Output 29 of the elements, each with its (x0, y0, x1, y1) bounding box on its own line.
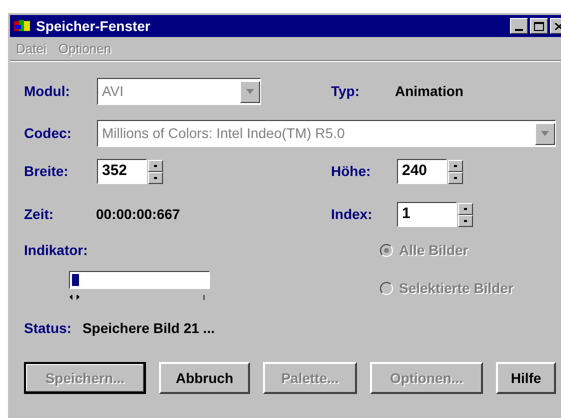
minimize-icon (515, 29, 523, 31)
spinner[interactable] (448, 160, 463, 184)
field-label: Breite: (24, 162, 70, 181)
number-field[interactable]: 240 (397, 159, 447, 184)
dialog-button[interactable]: Abbruch (159, 362, 250, 394)
field-label: Codec: (24, 124, 72, 143)
window-title: Speicher-Fenster (36, 16, 152, 36)
dialog-button[interactable]: Hilfe (496, 362, 556, 394)
field-label: Status: (24, 319, 72, 338)
maximize-icon (534, 22, 544, 31)
spinner[interactable] (148, 160, 163, 184)
number-field[interactable]: 1 (397, 202, 457, 227)
status-text: Speichere Bild 21 ... (82, 319, 215, 338)
radio-label: Selektierte Bilder (399, 279, 514, 298)
field-label: Höhe: (331, 162, 372, 181)
type-value: Animation (395, 82, 464, 101)
field-label: Indikator: (24, 241, 89, 260)
time-value: 00:00:00:667 (96, 205, 182, 224)
field-label: Typ: (331, 82, 361, 101)
field-label: Modul: (24, 82, 71, 101)
spinner[interactable] (458, 202, 473, 226)
minimize-button[interactable] (510, 18, 528, 34)
app-icon (14, 18, 32, 34)
maximize-button[interactable] (530, 18, 548, 34)
radio-label: Alle Bilder (399, 241, 468, 260)
number-field[interactable]: 352 (97, 159, 147, 184)
close-icon (555, 22, 561, 30)
field-label: Zeit: (24, 205, 55, 224)
field-label: Index: (331, 205, 374, 224)
